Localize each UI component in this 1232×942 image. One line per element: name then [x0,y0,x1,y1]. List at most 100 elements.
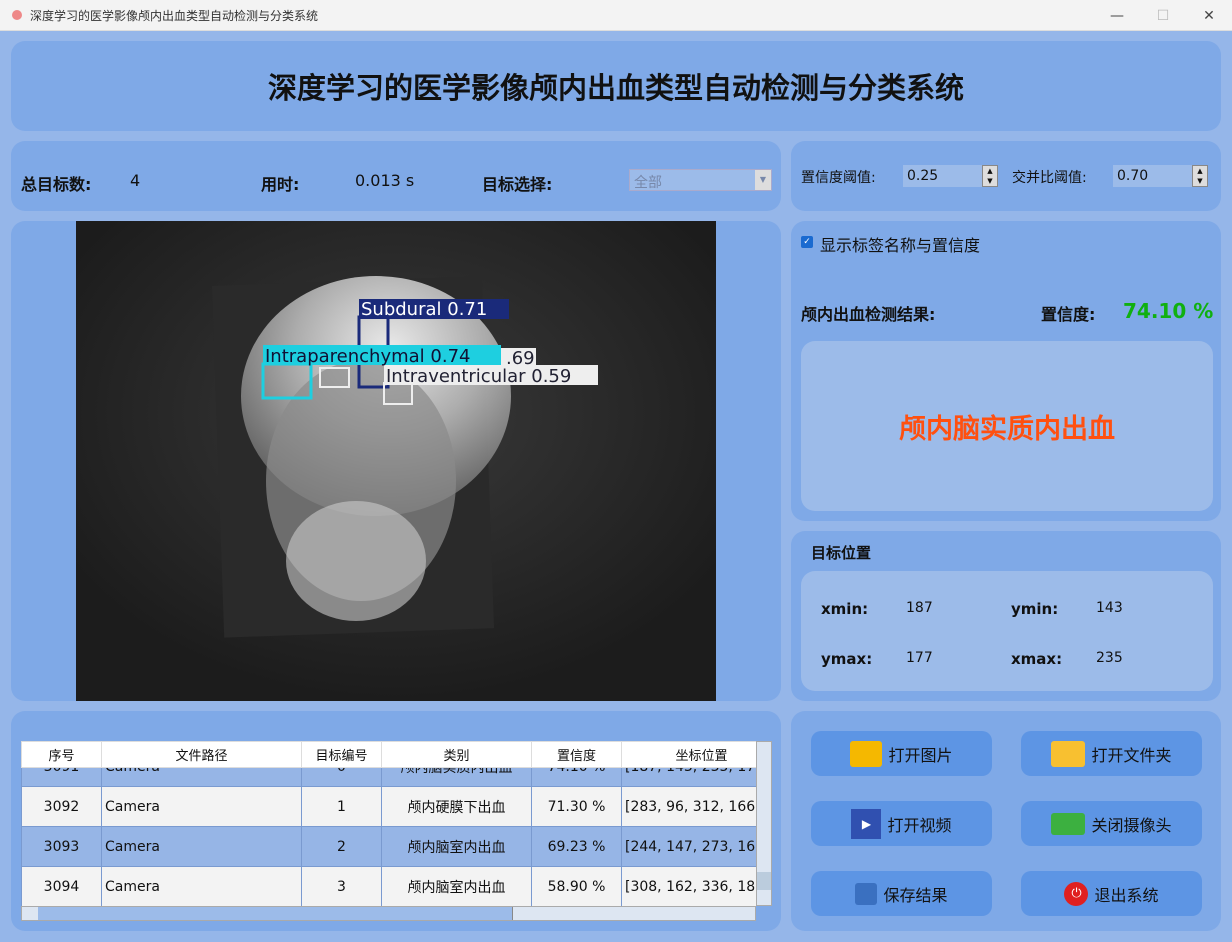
folder-icon [1051,740,1086,767]
table-cell: 58.90 % [531,866,622,906]
table-cell: 颅内硬膜下出血 [381,786,532,827]
table-cell: [308, 162, 336, 183] [621,866,756,906]
table-cell: Camera [101,866,302,906]
col-header[interactable]: 文件路径 [101,741,302,768]
table-row[interactable]: 3094 Camera 3 颅内脑室内出血 58.90 % [308, 162, 336,… [21,866,756,906]
open-folder-button[interactable]: 打开文件夹 [1021,731,1202,776]
table-row[interactable]: 3091Camera0颅内脑实质内出血74.10 %[187, 143, 235… [21,768,756,787]
exit-button[interactable]: ⏻ 退出系统 [1021,871,1202,916]
col-header[interactable]: 序号 [21,741,102,768]
table-cell: 颅内脑实质内出血 [381,768,532,787]
close-button[interactable]: ✕ [1186,0,1232,31]
image-panel: Subdural 0.71 .69 Intraventricular 0.59 … [11,221,781,701]
confidence-label: 置信度: [1041,305,1096,324]
save-icon [855,882,878,905]
table-cell: 3094 [21,866,102,906]
image-icon [850,740,883,767]
title-bar: 深度学习的医学影像颅内出血类型自动检测与分类系统 — ☐ ✕ [0,0,1232,31]
table-cell: Camera [101,826,302,867]
result-label: 颅内出血检测结果: [801,305,936,324]
iou-threshold-spinbox[interactable]: 0.70 ▲ ▼ [1113,165,1208,187]
stats-panel: 总目标数: 4 用时: 0.013 s 目标选择: 全部 ▼ [11,141,781,211]
horizontal-scrollbar[interactable] [21,906,756,921]
table-cell: 颅内脑室内出血 [381,866,532,906]
target-select-value: 全部 [634,175,662,191]
spin-arrows-icon[interactable]: ▲ ▼ [982,165,998,187]
table-panel: 序号 文件路径 目标编号 类别 置信度 坐标位置 3091Camera0颅内脑实… [11,711,781,931]
vertical-scrollbar[interactable] [756,741,772,906]
total-label: 总目标数: [21,175,92,194]
table-cell: Camera [101,786,302,827]
ymax-label: ymax: [821,650,873,668]
xmin-value: 187 [906,600,933,616]
open-image-button[interactable]: 打开图片 [811,731,992,776]
chevron-down-icon: ▼ [755,170,771,190]
position-title: 目标位置 [811,544,872,562]
table-cell: [187, 143, 235, 177] [621,768,756,787]
result-class: 颅内脑实质内出血 [899,413,1115,445]
maximize-button[interactable]: ☐ [1140,0,1186,31]
time-label: 用时: [261,175,300,194]
result-box: 颅内脑实质内出血 [801,341,1213,511]
close-camera-button[interactable]: 关闭摄像头 [1021,801,1202,846]
table-cell: 1 [301,786,382,827]
table-cell: 74.10 % [531,768,622,787]
position-box: xmin: 187 ymin: 143 ymax: 177 xmax: 235 [801,571,1213,691]
table-cell: 3092 [21,786,102,827]
xmin-label: xmin: [821,600,869,618]
col-header[interactable]: 类别 [381,741,532,768]
scroll-thumb[interactable] [38,907,513,920]
params-panel: 置信度阈值: 0.25 ▲ ▼ 交并比阈值: 0.70 ▲ ▼ [791,141,1221,211]
table-cell: 69.23 % [531,826,622,867]
table-row[interactable]: 3092 Camera 1 颅内硬膜下出血 71.30 % [283, 96, 312, … [21,786,756,827]
conf-threshold-value: 0.25 [907,168,939,184]
detection-label-intraventricular: Intraventricular 0.59 [386,366,571,387]
table-cell: 0 [301,768,382,787]
controls-panel: 打开图片 打开文件夹 ▶ 打开视频 关闭摄像头 保存结果 ⏻ 退出系统 [791,711,1221,931]
minimize-button[interactable]: — [1094,0,1140,31]
open-video-button[interactable]: ▶ 打开视频 [811,801,992,846]
table-row[interactable]: 3093 Camera 2 颅内脑室内出血 69.23 % [244, 147, 273,… [21,826,756,867]
conf-threshold-label: 置信度阈值: [801,170,876,186]
table-cell: 3093 [21,826,102,867]
table-header: 序号 文件路径 目标编号 类别 置信度 坐标位置 [21,741,756,768]
target-select[interactable]: 全部 ▼ [629,169,772,191]
ymin-label: ymin: [1011,600,1059,618]
table-cell: [283, 96, 312, 166] [621,786,756,827]
result-panel: ✓ 显示标签名称与置信度 颅内出血检测结果: 置信度: 74.10 % 颅内脑实… [791,221,1221,521]
show-labels-checkbox[interactable]: ✓ [801,236,813,248]
window-title: 深度学习的医学影像颅内出血类型自动检测与分类系统 [30,8,319,23]
detection-image: Subdural 0.71 .69 Intraventricular 0.59 … [76,221,716,701]
results-table[interactable]: 序号 文件路径 目标编号 类别 置信度 坐标位置 3091Camera0颅内脑实… [21,741,756,906]
scroll-thumb[interactable] [757,872,771,890]
total-value: 4 [130,171,141,190]
table-cell: [244, 147, 273, 166] [621,826,756,867]
table-cell: 71.30 % [531,786,622,827]
camera-icon [1051,812,1086,835]
video-icon: ▶ [851,808,882,839]
ymin-value: 143 [1096,600,1123,616]
col-header[interactable]: 目标编号 [301,741,382,768]
confidence-value: 74.10 % [1123,299,1214,323]
detection-label-intraparenchymal: Intraparenchymal 0.74 [265,346,470,367]
target-select-label: 目标选择: [482,175,553,194]
col-header[interactable]: 置信度 [531,741,622,768]
show-labels-label[interactable]: 显示标签名称与置信度 [820,232,980,256]
power-icon: ⏻ [1064,881,1089,906]
page-title: 深度学习的医学影像颅内出血类型自动检测与分类系统 [267,71,964,105]
ymax-value: 177 [906,650,933,666]
table-cell: 3091 [21,768,102,787]
position-panel: 目标位置 xmin: 187 ymin: 143 ymax: 177 xmax:… [791,531,1221,701]
save-results-button[interactable]: 保存结果 [811,871,992,916]
table-cell: 颅内脑室内出血 [381,826,532,867]
time-value: 0.013 s [355,171,415,190]
detection-label-subdural: Subdural 0.71 [361,299,487,320]
col-header[interactable]: 坐标位置 [621,741,756,768]
conf-threshold-spinbox[interactable]: 0.25 ▲ ▼ [903,165,998,187]
spin-arrows-icon[interactable]: ▲ ▼ [1192,165,1208,187]
iou-threshold-value: 0.70 [1117,168,1149,184]
iou-threshold-label: 交并比阈值: [1012,170,1087,186]
xmax-label: xmax: [1011,650,1063,668]
app-icon [12,10,22,20]
table-cell: 3 [301,866,382,906]
